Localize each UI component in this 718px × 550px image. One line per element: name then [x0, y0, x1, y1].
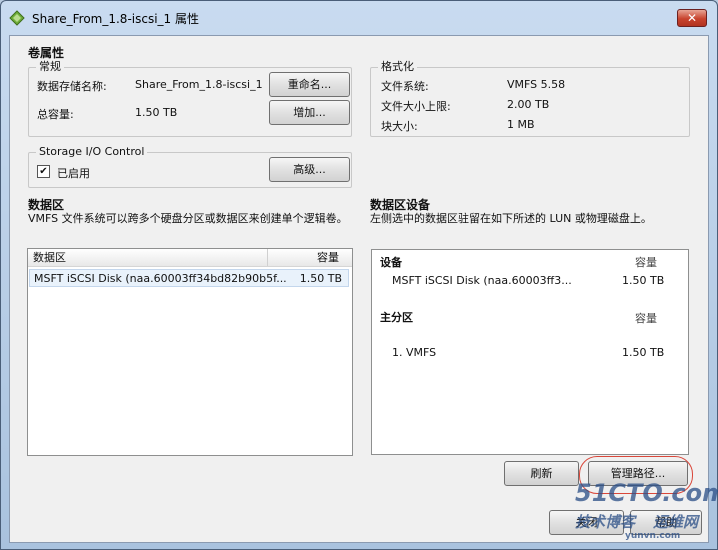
device-capacity-header: 容量	[635, 256, 657, 269]
extent-capacity-cell: 1.50 TB	[299, 272, 342, 285]
format-legend: 格式化	[378, 60, 417, 74]
window-title: Share_From_1.8-iscsi_1 属性	[32, 12, 199, 26]
watermark-tag: 运维网	[653, 513, 699, 531]
file-system-value: VMFS 5.58	[507, 78, 566, 91]
datastore-name-label: 数据存储名称:	[37, 80, 107, 93]
sioc-enabled-label: 已启用	[57, 167, 90, 180]
properties-window: Share_From_1.8-iscsi_1 属性 ✕ 卷属性 常规 数据存储名…	[0, 0, 718, 550]
primary-partition-header: 主分区	[380, 311, 413, 324]
general-legend: 常规	[36, 60, 64, 74]
datastore-name-value: Share_From_1.8-iscsi_1	[135, 78, 263, 91]
partition-name: 1. VMFS	[392, 346, 437, 359]
sioc-enabled-checkbox[interactable]: ✔	[37, 165, 50, 178]
max-file-size-label: 文件大小上限:	[381, 100, 451, 113]
max-file-size-value: 2.00 TB	[507, 98, 550, 111]
extent-device-heading: 数据区设备	[370, 198, 431, 212]
table-row[interactable]: MSFT iSCSI Disk (naa.60003ff34bd82b90b5f…	[29, 269, 349, 287]
extents-heading: 数据区	[28, 198, 65, 212]
storage-io-control-group: Storage I/O Control ✔ 已启用 高级...	[28, 145, 352, 188]
total-capacity-value: 1.50 TB	[135, 106, 178, 119]
watermark-brand: 51CTO.com	[575, 479, 718, 507]
extent-device-panel: 设备 容量 MSFT iSCSI Disk (naa.60003ff3... 1…	[371, 249, 689, 455]
file-system-label: 文件系统:	[381, 80, 429, 93]
device-capacity-value: 1.50 TB	[622, 274, 665, 287]
watermark-sub: 技术博客	[575, 513, 636, 531]
close-window-button[interactable]: ✕	[677, 9, 707, 27]
refresh-button[interactable]: 刷新	[504, 461, 579, 486]
extent-column-header[interactable]: 数据区	[33, 249, 268, 266]
block-size-value: 1 MB	[507, 118, 535, 131]
extent-name-cell: MSFT iSCSI Disk (naa.60003ff34bd82b90b5f…	[34, 272, 287, 285]
title-bar[interactable]: Share_From_1.8-iscsi_1 属性 ✕	[1, 1, 717, 35]
capacity-column-header[interactable]: 容量	[273, 249, 343, 266]
vsphere-app-icon	[9, 10, 25, 26]
extents-list: 数据区 容量 MSFT iSCSI Disk (naa.60003ff34bd8…	[27, 248, 353, 456]
device-name: MSFT iSCSI Disk (naa.60003ff3...	[392, 274, 572, 287]
device-header: 设备	[380, 256, 402, 269]
total-capacity-label: 总容量:	[37, 108, 74, 121]
advanced-button[interactable]: 高级...	[269, 157, 350, 182]
block-size-label: 块大小:	[381, 120, 418, 133]
rename-button[interactable]: 重命名...	[269, 72, 350, 97]
watermark-site: yunvn.com	[625, 531, 681, 541]
sioc-legend: Storage I/O Control	[36, 145, 148, 159]
extents-description: VMFS 文件系统可以跨多个硬盘分区或数据区来创建单个逻辑卷。	[28, 212, 348, 225]
extent-device-description: 左侧选中的数据区驻留在如下所述的 LUN 或物理磁盘上。	[370, 212, 652, 225]
extents-list-header: 数据区 容量	[28, 249, 352, 267]
volume-properties-heading: 卷属性	[28, 46, 65, 60]
checkmark-icon: ✔	[39, 166, 48, 177]
close-icon: ✕	[686, 11, 698, 25]
partition-capacity-header: 容量	[635, 312, 657, 325]
general-group: 常规 数据存储名称: Share_From_1.8-iscsi_1 重命名...…	[28, 60, 352, 137]
increase-button[interactable]: 增加...	[269, 100, 350, 125]
dialog-client-area: 卷属性 常规 数据存储名称: Share_From_1.8-iscsi_1 重命…	[9, 35, 709, 543]
partition-capacity-value: 1.50 TB	[622, 346, 665, 359]
format-group: 格式化 文件系统: VMFS 5.58 文件大小上限: 2.00 TB 块大小:…	[370, 60, 690, 137]
